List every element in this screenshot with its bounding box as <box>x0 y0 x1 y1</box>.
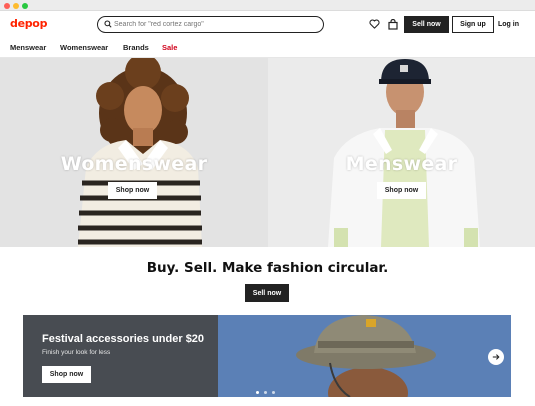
search-input[interactable] <box>114 18 314 31</box>
window-minimize-button[interactable] <box>13 3 19 9</box>
carousel-dot-2[interactable] <box>264 391 267 394</box>
sell-now-button[interactable]: Sell now <box>404 16 449 33</box>
menswear-title: Menswear <box>345 153 458 175</box>
category-nav: Menswear Womenswear Brands Sale <box>0 38 535 58</box>
carousel-dot-3[interactable] <box>272 391 275 394</box>
promo-title: Festival accessories under $20 <box>42 333 205 345</box>
hero-menswear[interactable]: Menswear Shop now <box>268 58 535 247</box>
window-close-button[interactable] <box>4 3 10 9</box>
hero-womenswear[interactable]: Womenswear Shop now <box>0 58 268 247</box>
arrow-right-icon <box>492 354 500 360</box>
womenswear-title: Womenswear <box>60 153 208 175</box>
carousel-dot-1[interactable] <box>256 391 259 394</box>
search-bar[interactable] <box>97 16 324 33</box>
shop-womenswear-button[interactable]: Shop now <box>108 182 157 199</box>
search-icon <box>104 20 112 28</box>
nav-item-menswear[interactable]: Menswear <box>10 43 46 52</box>
carousel-next-button[interactable] <box>488 349 504 365</box>
depop-logo[interactable]: depop <box>10 17 47 30</box>
nav-item-womenswear[interactable]: Womenswear <box>60 43 108 52</box>
nav-item-brands[interactable]: Brands <box>123 43 149 52</box>
log-in-link[interactable]: Log in <box>498 16 519 33</box>
window-maximize-button[interactable] <box>22 3 28 9</box>
promo-carousel: Festival accessories under $20 Finish yo… <box>23 315 511 397</box>
promo-image[interactable] <box>218 315 511 397</box>
tagline-heading: Buy. Sell. Make fashion circular. <box>146 260 389 276</box>
carousel-pagination <box>256 391 275 394</box>
sell-now-cta-button[interactable]: Sell now <box>245 284 289 302</box>
nav-item-sale[interactable]: Sale <box>162 43 177 52</box>
bucket-hat-model-image <box>218 315 511 397</box>
promo-shop-now-button[interactable]: Shop now <box>42 366 91 383</box>
shopping-bag-icon[interactable] <box>387 18 399 30</box>
sign-up-button[interactable]: Sign up <box>452 16 494 33</box>
site-header: depop Sell now Sign up Log in <box>0 11 535 38</box>
promo-subtitle: Finish your look for less <box>42 349 111 356</box>
promo-text-panel: Festival accessories under $20 Finish yo… <box>23 315 218 397</box>
browser-titlebar <box>0 0 535 11</box>
heart-icon[interactable] <box>368 18 380 30</box>
shop-menswear-button[interactable]: Shop now <box>377 182 426 199</box>
